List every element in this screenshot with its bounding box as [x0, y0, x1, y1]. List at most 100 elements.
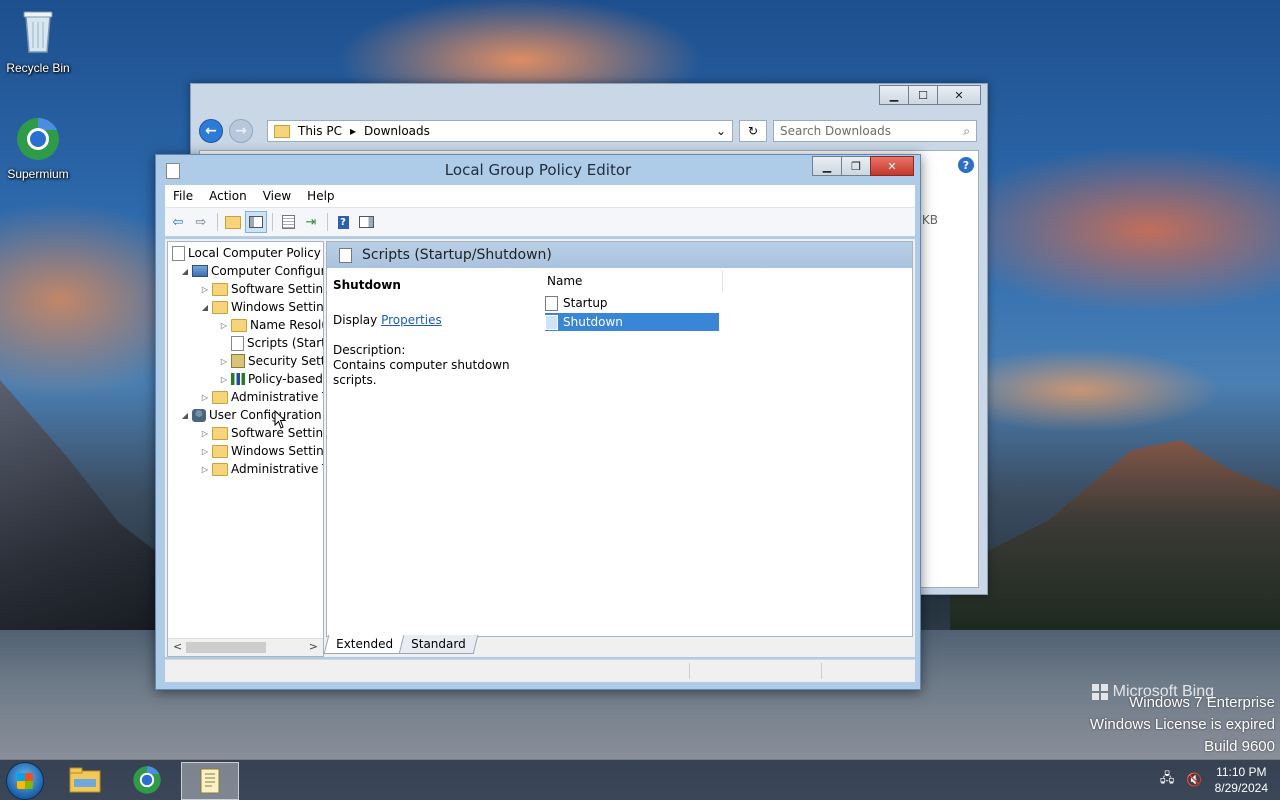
taskbar-group-policy-editor[interactable]	[181, 762, 239, 800]
forward-button[interactable]: ⇨	[190, 211, 212, 233]
file-explorer-icon	[69, 767, 101, 793]
menu-file[interactable]: File	[165, 189, 201, 203]
export-list-button[interactable]: ⇥	[300, 211, 322, 233]
tree-item-label: Scripts (Startu	[247, 336, 323, 350]
expanded-arrow-icon[interactable]: ◢	[178, 411, 192, 420]
tree-horizontal-scrollbar[interactable]: < >	[168, 638, 323, 656]
tab-standard[interactable]: Standard	[398, 635, 478, 654]
refresh-button[interactable]: ↻	[739, 120, 767, 142]
close-button[interactable]: ✕	[870, 156, 914, 176]
tree-item[interactable]: ◢ User Configuration	[178, 406, 322, 424]
scroll-right-icon[interactable]: >	[309, 640, 318, 653]
collapsed-arrow-icon[interactable]: ▷	[198, 285, 212, 294]
tree-item[interactable]: ▷ Windows Setting	[198, 442, 323, 460]
breadcrumb-downloads[interactable]: Downloads	[364, 124, 430, 138]
taskbar-supermium[interactable]	[119, 762, 175, 798]
scripts-list[interactable]: Name Startup Shutdown	[545, 270, 912, 636]
collapsed-arrow-icon[interactable]: ▷	[217, 357, 231, 366]
explorer-window-controls: ▁ ☐ ✕	[879, 85, 981, 105]
expanded-arrow-icon[interactable]: ◢	[178, 267, 192, 276]
display-label: Display	[333, 313, 378, 327]
clock-time: 11:10 PM	[1216, 765, 1267, 779]
export-list-icon: ⇥	[305, 214, 317, 230]
maximize-button[interactable]: ❐	[841, 156, 871, 176]
menu-help[interactable]: Help	[299, 189, 342, 203]
description-label: Description:	[333, 343, 406, 357]
tree-item[interactable]: ▷Software Settings	[198, 280, 323, 298]
tree-item[interactable]: ▷ Security Settin	[217, 352, 323, 370]
tab-extended[interactable]: Extended	[323, 635, 406, 654]
supermium-browser-icon	[0, 116, 76, 165]
console-tree[interactable]: Local Computer Policy ◢ Computer Configura…	[167, 241, 324, 657]
properties-link[interactable]: Properties	[381, 313, 442, 327]
user-icon	[192, 408, 206, 422]
tree-item[interactable]: Scripts (Startu	[217, 334, 323, 352]
collapsed-arrow-icon[interactable]: ▷	[217, 321, 231, 330]
minimize-button[interactable]: ▁	[879, 85, 909, 105]
window-titlebar[interactable]: Local Group Policy Editor ▁ ❐ ✕	[156, 155, 920, 185]
tree-item[interactable]: ▷ Policy-based	[217, 370, 323, 388]
tree-item-label: Administrative Te	[231, 390, 323, 404]
system-tray: 🖧 🔇 11:10 PM 8/29/2024	[1160, 764, 1268, 796]
show-hide-console-tree-button[interactable]	[245, 211, 267, 233]
wallpaper-mountain-right	[950, 440, 1280, 630]
pane-title: Scripts (Startup/Shutdown)	[362, 247, 552, 263]
tree-item[interactable]: Local Computer Policy	[172, 244, 321, 262]
collapsed-arrow-icon[interactable]: ▷	[217, 375, 231, 384]
collapsed-arrow-icon[interactable]: ▷	[198, 393, 212, 402]
clock[interactable]: 11:10 PM 8/29/2024	[1215, 764, 1268, 796]
expanded-arrow-icon[interactable]: ◢	[198, 303, 212, 312]
network-icon[interactable]: 🖧	[1160, 769, 1175, 791]
clock-date: 8/29/2024	[1214, 781, 1268, 795]
chevron-down-icon[interactable]: ⌄	[716, 124, 726, 138]
display-properties-line: Display Properties	[333, 313, 538, 327]
properties-button[interactable]	[277, 211, 299, 233]
breadcrumb-this-pc[interactable]: This PC	[298, 124, 342, 138]
tree-item[interactable]: ▷ Administrative Te	[198, 460, 323, 478]
address-bar[interactable]: This PC ▸ Downloads ⌄	[267, 120, 733, 142]
tree-item[interactable]: ▷Software Settings	[198, 424, 323, 442]
tree-item[interactable]: ▷ Administrative Te	[198, 388, 323, 406]
scroll-left-icon[interactable]: <	[173, 640, 182, 653]
close-button[interactable]: ✕	[937, 85, 981, 105]
group-policy-editor-window[interactable]: Local Group Policy Editor ▁ ❐ ✕ File Act…	[155, 154, 921, 690]
help-button[interactable]: ?	[332, 211, 354, 233]
menu-action[interactable]: Action	[201, 189, 255, 203]
tree-item[interactable]: ◢ Computer Configura	[178, 262, 323, 280]
minimize-button[interactable]: ▁	[812, 156, 842, 176]
desktop-icon-recycle-bin[interactable]: Recycle Bin	[0, 8, 76, 75]
maximize-button[interactable]: ☐	[908, 85, 938, 105]
column-header-name[interactable]: Name	[545, 270, 723, 292]
start-button[interactable]	[6, 762, 44, 800]
taskbar-file-explorer[interactable]	[57, 762, 113, 798]
list-item-shutdown[interactable]: Shutdown	[545, 313, 719, 331]
show-hide-action-pane-button[interactable]	[355, 211, 377, 233]
folder-icon	[231, 318, 247, 332]
back-button[interactable]: ←	[199, 119, 223, 143]
wallpaper-mountain-left	[0, 380, 170, 640]
back-arrow-icon: ⇦	[172, 214, 184, 230]
up-folder-icon	[225, 215, 241, 229]
forward-arrow-icon: →	[235, 123, 247, 139]
tree-item[interactable]: ◢ Windows Setting	[198, 298, 324, 316]
search-box[interactable]: Search Downloads ⌕	[773, 120, 977, 142]
up-one-level-button[interactable]	[222, 211, 244, 233]
folder-icon	[212, 282, 228, 296]
tree-item[interactable]: ▷ Name Resolu	[217, 316, 323, 334]
forward-button[interactable]: →	[229, 119, 253, 143]
back-button[interactable]: ⇦	[167, 211, 189, 233]
tree-item-label: Windows Setting	[231, 300, 324, 314]
collapsed-arrow-icon[interactable]: ▷	[198, 465, 212, 474]
help-icon[interactable]: ?	[958, 157, 974, 173]
action-pane-icon	[358, 216, 374, 228]
collapsed-arrow-icon[interactable]: ▷	[198, 447, 212, 456]
properties-icon	[281, 215, 295, 229]
desktop-icon-label: Recycle Bin	[6, 61, 70, 75]
collapsed-arrow-icon[interactable]: ▷	[198, 429, 212, 438]
scrollbar-thumb[interactable]	[186, 642, 266, 653]
desktop-icon-supermium[interactable]: Supermium	[0, 116, 76, 181]
list-item-label: Startup	[563, 296, 608, 310]
list-item-startup[interactable]: Startup	[545, 294, 719, 312]
menu-view[interactable]: View	[255, 189, 299, 203]
volume-muted-icon[interactable]: 🔇	[1186, 773, 1202, 788]
